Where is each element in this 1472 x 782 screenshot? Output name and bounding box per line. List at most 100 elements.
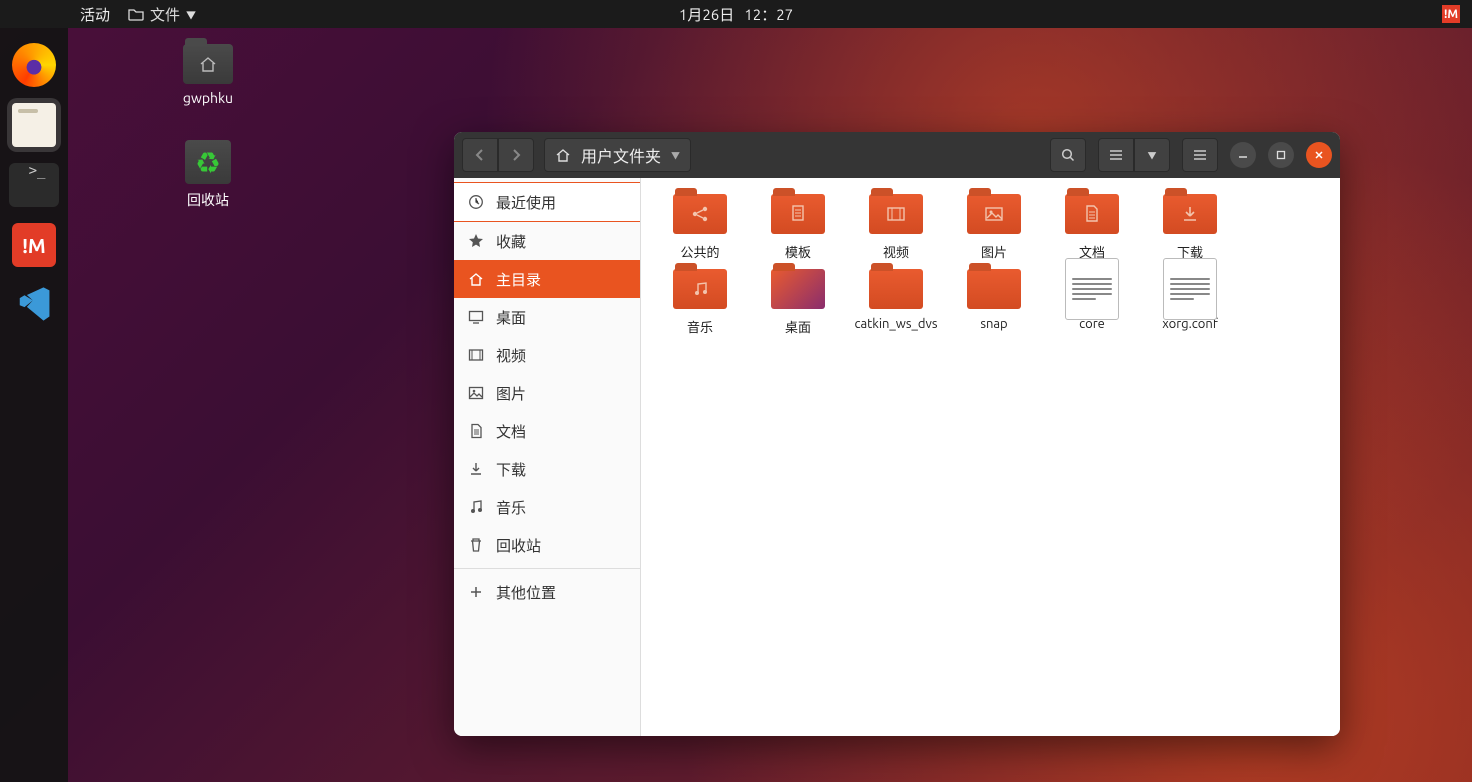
firefox-icon [12, 43, 56, 87]
folder-icon [771, 194, 825, 234]
nomachine-tray-icon[interactable]: !M [1442, 5, 1460, 23]
sidebar-item-home[interactable]: 主目录 [454, 260, 640, 298]
hamburger-icon [1193, 149, 1207, 161]
date-label: 1月26日 [679, 4, 734, 25]
sidebar-item-recent[interactable]: 最近使用 [454, 182, 640, 222]
top-panel: 活动 文件 ▼ 1月26日 12：27 !M [0, 0, 1472, 28]
dock-item-vscode[interactable] [7, 278, 61, 332]
file-item[interactable]: 桌面 [749, 267, 847, 336]
home-icon [468, 271, 484, 287]
sidebar-item-other[interactable]: 其他位置 [454, 573, 640, 611]
file-item[interactable]: 视频 [847, 192, 945, 261]
folder-icon [128, 7, 144, 21]
path-label: 用户文件夹 [581, 143, 661, 167]
textfile-icon [1163, 258, 1217, 320]
dock-item-nomachine[interactable]: !M [7, 218, 61, 272]
file-item[interactable]: 图片 [945, 192, 1043, 261]
close-icon [1314, 150, 1324, 160]
sidebar-item-videos[interactable]: 视频 [454, 336, 640, 374]
desktop-icon-trash[interactable]: ♻ 回收站 [168, 140, 248, 210]
sidebar-item-starred[interactable]: 收藏 [454, 222, 640, 260]
clock-icon [468, 194, 484, 210]
close-button[interactable] [1306, 142, 1332, 168]
sidebar: 最近使用 收藏 主目录 桌面 视频 图片 [454, 178, 641, 736]
files-icon [12, 103, 56, 147]
file-label: 桌面 [785, 317, 811, 336]
sidebar-item-label: 主目录 [496, 269, 541, 290]
sidebar-item-trash[interactable]: 回收站 [454, 526, 640, 564]
desktop-icon-label: gwphku [183, 90, 233, 106]
desktop-icon-label: 回收站 [187, 190, 229, 210]
window-header[interactable]: 用户文件夹 ▼ ▼ [454, 132, 1340, 178]
file-label: 模板 [785, 242, 811, 261]
nomachine-icon: !M [12, 223, 56, 267]
file-grid[interactable]: 公共的模板 视频 图片 文档下载音乐 桌面 catkin_ws_dvssnap corexo… [641, 178, 1340, 736]
list-view-button[interactable] [1098, 138, 1134, 172]
hamburger-menu-button[interactable] [1182, 138, 1218, 172]
trash-icon: ♻ [185, 140, 231, 184]
file-label: snap [980, 317, 1007, 331]
sidebar-item-music[interactable]: 音乐 [454, 488, 640, 526]
file-item[interactable]: 下载 [1141, 192, 1239, 261]
folder-icon [771, 269, 825, 309]
file-item[interactable]: snap [945, 267, 1043, 336]
search-icon [1061, 148, 1075, 162]
separator [454, 568, 640, 569]
file-label: 视频 [883, 242, 909, 261]
search-button[interactable] [1050, 138, 1086, 172]
back-button[interactable] [462, 138, 498, 172]
file-label: 音乐 [687, 317, 713, 336]
forward-button[interactable] [498, 138, 534, 172]
activities-button[interactable]: 活动 [80, 4, 110, 25]
folder-icon [183, 44, 233, 84]
sidebar-item-desktop[interactable]: 桌面 [454, 298, 640, 336]
dock-item-terminal[interactable]: >_ [7, 158, 61, 212]
chevron-left-icon [475, 149, 485, 161]
dock-item-firefox[interactable] [7, 38, 61, 92]
sidebar-item-label: 图片 [496, 383, 526, 404]
file-item[interactable]: catkin_ws_dvs [847, 267, 945, 336]
sidebar-item-documents[interactable]: 文档 [454, 412, 640, 450]
desktop-icon-home[interactable]: gwphku [168, 44, 248, 106]
sidebar-item-label: 收藏 [496, 231, 526, 252]
maximize-button[interactable] [1268, 142, 1294, 168]
file-item[interactable]: 文档 [1043, 192, 1141, 261]
plus-icon [468, 584, 484, 600]
terminal-icon: >_ [9, 163, 59, 207]
minimize-button[interactable] [1230, 142, 1256, 168]
file-item[interactable]: core [1043, 267, 1141, 336]
textfile-icon [1065, 258, 1119, 320]
trash-icon [468, 537, 484, 553]
file-item[interactable]: 音乐 [651, 267, 749, 336]
minimize-icon [1238, 150, 1248, 160]
sidebar-item-downloads[interactable]: 下载 [454, 450, 640, 488]
clock[interactable]: 1月26日 12：27 [679, 4, 793, 25]
download-icon [468, 461, 484, 477]
file-manager-window: 用户文件夹 ▼ ▼ 最近使用 收藏 主目录 [454, 132, 1340, 736]
sidebar-item-label: 下载 [496, 459, 526, 480]
file-item[interactable]: 模板 [749, 192, 847, 261]
folder-icon [869, 269, 923, 309]
folder-icon [1065, 194, 1119, 234]
sidebar-item-label: 文档 [496, 421, 526, 442]
desktop-icons: gwphku ♻ 回收站 [168, 44, 248, 210]
music-icon [468, 499, 484, 515]
file-item[interactable]: xorg.conf [1141, 267, 1239, 336]
folder-icon [673, 269, 727, 309]
chevron-down-icon: ▼ [671, 149, 680, 162]
file-item[interactable]: 公共的 [651, 192, 749, 261]
list-icon [1109, 149, 1123, 161]
file-label: 图片 [981, 242, 1007, 261]
sidebar-item-pictures[interactable]: 图片 [454, 374, 640, 412]
path-bar[interactable]: 用户文件夹 ▼ [544, 138, 691, 172]
star-icon [468, 233, 484, 249]
video-icon [468, 347, 484, 363]
app-menu[interactable]: 文件 ▼ [128, 4, 196, 25]
dock-item-files[interactable] [7, 98, 61, 152]
document-icon [468, 423, 484, 439]
folder-icon [967, 269, 1021, 309]
maximize-icon [1276, 150, 1286, 160]
home-icon [555, 148, 571, 162]
view-dropdown-button[interactable]: ▼ [1134, 138, 1170, 172]
folder-icon [1163, 194, 1217, 234]
